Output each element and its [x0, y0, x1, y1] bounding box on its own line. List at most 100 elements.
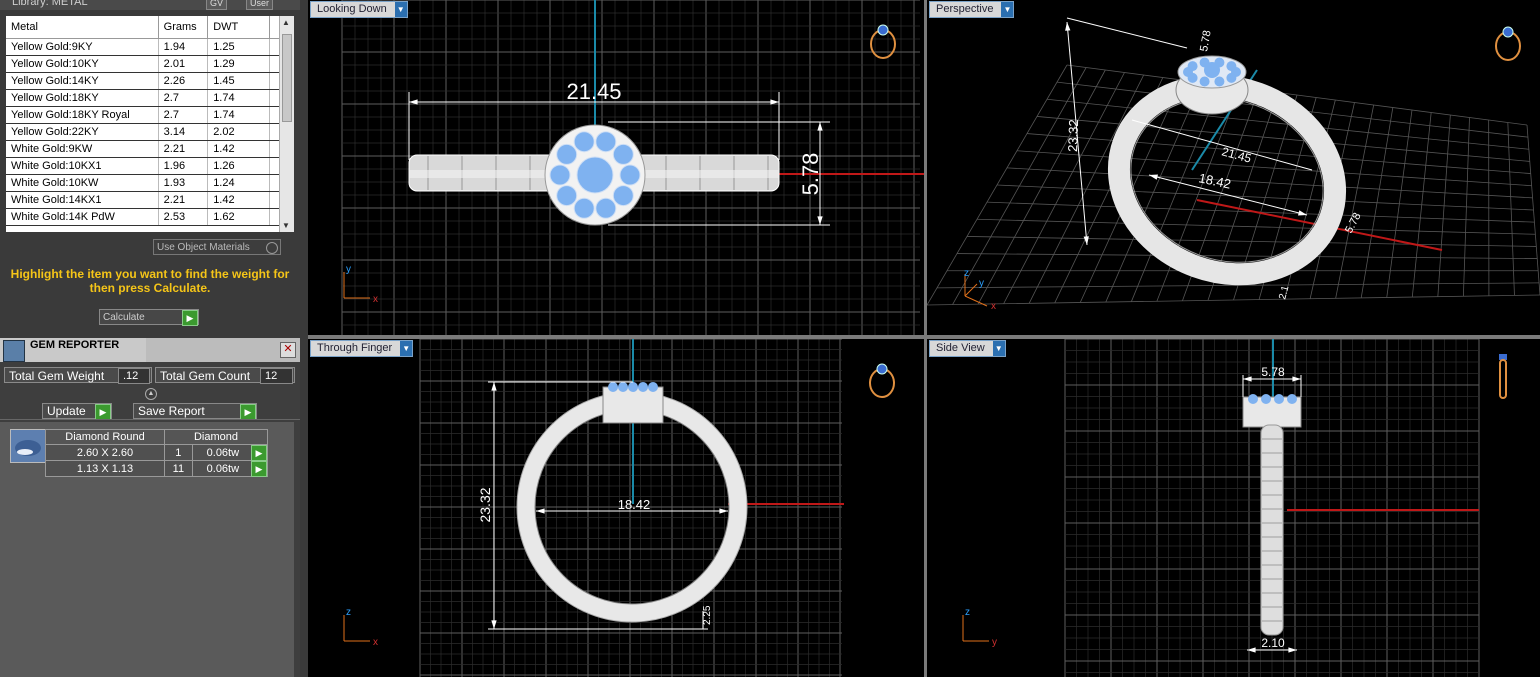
cell-metal[interactable]: White Gold:9KW — [6, 140, 159, 158]
viewport-title: Looking Down — [317, 3, 387, 15]
cell-grams[interactable]: 2.53 — [158, 208, 209, 226]
cell-grams[interactable]: 2.7 — [158, 89, 209, 107]
play-icon[interactable]: ▶ — [182, 310, 198, 326]
cell-metal[interactable]: Yellow Gold:10KY — [6, 55, 159, 73]
gem-row[interactable]: 2.60 X 2.60 1 0.06tw ▶ — [45, 444, 269, 461]
cell-dwt[interactable]: 1.62 — [207, 208, 270, 226]
axis-label-horizontal: y — [992, 637, 997, 648]
gem-cell-size: 2.60 X 2.60 — [45, 444, 165, 461]
chevron-down-icon[interactable]: ▼ — [400, 341, 413, 356]
chevron-down-icon[interactable]: ▼ — [1001, 2, 1014, 17]
cell-metal[interactable]: Yellow Gold:9KY — [6, 38, 159, 56]
scroll-up-icon[interactable]: ▲ — [282, 18, 290, 27]
panel-divider[interactable] — [300, 0, 308, 677]
cell-dwt[interactable]: 1.26 — [207, 157, 270, 175]
cell-dwt[interactable]: 1.45 — [207, 72, 270, 90]
cell-metal[interactable]: White Gold:14K PdW — [6, 208, 159, 226]
gem-icon — [876, 363, 888, 375]
table-row[interactable]: Yellow Gold:9KY 1.94 1.25 — [6, 38, 280, 56]
column-header-dwt[interactable]: DWT — [207, 16, 270, 39]
user-button[interactable]: User — [246, 0, 274, 10]
dimension-arrowhead — [491, 620, 497, 629]
cell-metal[interactable]: White Gold:10KW — [6, 174, 159, 192]
close-icon[interactable]: ✕ — [280, 342, 296, 358]
cell-metal[interactable]: Yellow Gold:22KY — [6, 123, 159, 141]
table-row[interactable]: White Gold:10KX1 1.96 1.26 — [6, 157, 280, 175]
cell-grams[interactable]: 1.93 — [158, 174, 209, 192]
cell-metal[interactable]: Yellow Gold:14KY — [6, 72, 159, 90]
chevron-down-icon[interactable]: ▼ — [394, 2, 407, 17]
cell-metal[interactable]: Yellow Gold:18KY — [6, 89, 159, 107]
table-row[interactable]: White Gold:14KX1 2.21 1.42 — [6, 191, 280, 209]
scroll-down-icon[interactable]: ▼ — [282, 221, 290, 230]
chevron-down-icon[interactable]: ▼ — [992, 341, 1005, 356]
ring-side-icon — [1499, 359, 1507, 399]
grid-line — [1016, 150, 1532, 187]
perspective-canvas: 23.3221.4518.425.785.782.1zyx — [927, 17, 1540, 312]
total-gem-count-value: 12 — [260, 368, 293, 384]
play-icon[interactable]: ▶ — [240, 404, 256, 420]
update-button[interactable]: Update ▶ — [42, 403, 112, 420]
cell-grams[interactable]: 2.01 — [158, 55, 209, 73]
side-stone — [628, 382, 638, 392]
cell-dwt[interactable]: 1.25 — [207, 38, 270, 56]
viewport-label-through-finger[interactable]: Through Finger ▼ — [310, 340, 414, 357]
column-header-grams[interactable]: Grams — [158, 16, 209, 39]
cell-dwt[interactable]: 2.02 — [207, 123, 270, 141]
cell-dwt[interactable]: 1.74 — [207, 106, 270, 124]
dimension-arrowhead — [1298, 210, 1307, 216]
use-object-materials-toggle[interactable]: Use Object Materials — [153, 239, 281, 255]
play-icon[interactable]: ▶ — [251, 445, 267, 461]
viewport-label-side-view[interactable]: Side View ▼ — [929, 340, 1006, 357]
table-row[interactable]: Yellow Gold:18KY 2.7 1.74 — [6, 89, 280, 107]
gem-cell-weight: 0.06tw ▶ — [191, 460, 269, 477]
viewport-side-view[interactable]: 5.78 2.10 z y Side View ▼ — [927, 339, 1540, 677]
metal-table-wrap: Metal Grams DWT Yellow Gold:9KY 1.94 1.25 Y… — [6, 16, 294, 232]
cell-dwt[interactable]: 1.42 — [207, 140, 270, 158]
cell-grams[interactable]: 2.7 — [158, 106, 209, 124]
cell-dwt[interactable]: 1.74 — [207, 89, 270, 107]
table-row[interactable]: Yellow Gold:10KY 2.01 1.29 — [6, 55, 280, 73]
table-row[interactable]: Yellow Gold:22KY 3.14 2.02 — [6, 123, 280, 141]
axis-label-vertical: z — [964, 268, 969, 279]
cell-dwt[interactable]: 1.29 — [207, 55, 270, 73]
side-stone — [573, 197, 595, 219]
calculate-hint: Highlight the item you want to find the … — [10, 267, 290, 295]
cell-grams[interactable]: 3.14 — [158, 123, 209, 141]
dimension-label-width: 21.45 — [1220, 144, 1253, 165]
gv-button[interactable]: GV — [206, 0, 228, 10]
table-row[interactable]: White Gold:14K PdW 2.53 1.62 — [6, 208, 280, 226]
cell-metal[interactable]: White Gold:14KX1 — [6, 191, 159, 209]
table-row[interactable]: White Gold:10KW 1.93 1.24 — [6, 174, 280, 192]
save-report-button[interactable]: Save Report ▶ — [133, 403, 257, 420]
cell-grams[interactable]: 2.21 — [158, 140, 209, 158]
cell-metal[interactable]: Yellow Gold:18KY Royal — [6, 106, 159, 124]
cell-dwt[interactable]: 1.24 — [207, 174, 270, 192]
table-row[interactable]: Yellow Gold:18KY Royal 2.7 1.74 — [6, 106, 280, 124]
total-gem-weight-value: .12 — [118, 368, 150, 384]
viewport-label-perspective[interactable]: Perspective ▼ — [929, 1, 1015, 18]
table-row[interactable]: Yellow Gold:14KY 2.26 1.45 — [6, 72, 280, 90]
dimension-label-height: 5.78 — [798, 153, 823, 196]
radio-icon[interactable] — [266, 242, 278, 254]
cell-grams[interactable]: 1.96 — [158, 157, 209, 175]
scroll-thumb[interactable] — [282, 34, 292, 122]
cell-grams[interactable]: 1.94 — [158, 38, 209, 56]
collapse-icon[interactable]: ▲ — [145, 388, 157, 400]
viewport-looking-down[interactable]: 21.45 5.78 y x Looking Down ▼ — [308, 0, 924, 335]
cell-grams[interactable]: 2.21 — [158, 191, 209, 209]
gem-row[interactable]: 1.13 X 1.13 11 0.06tw ▶ — [45, 460, 269, 477]
play-icon[interactable]: ▶ — [95, 404, 111, 420]
cell-metal[interactable]: White Gold:10KX1 — [6, 157, 159, 175]
calculate-button[interactable]: Calculate ▶ — [99, 309, 199, 326]
grid-line — [966, 236, 1537, 247]
viewport-perspective[interactable]: 23.32 21.45 18.42 5.78 5.78 2.1 z y x Perspectiv… — [927, 0, 1540, 335]
cell-dwt[interactable]: 1.42 — [207, 191, 270, 209]
table-row[interactable]: White Gold:9KW 2.21 1.42 — [6, 140, 280, 158]
viewport-label-looking-down[interactable]: Looking Down ▼ — [310, 1, 408, 18]
metal-table-scrollbar[interactable]: ▲ ▼ — [279, 16, 294, 232]
column-header-metal[interactable]: Metal — [6, 16, 159, 39]
viewport-through-finger[interactable]: 23.32 18.42 2.25 z x Through Finger ▼ — [308, 339, 924, 677]
play-icon[interactable]: ▶ — [251, 461, 267, 477]
cell-grams[interactable]: 2.26 — [158, 72, 209, 90]
